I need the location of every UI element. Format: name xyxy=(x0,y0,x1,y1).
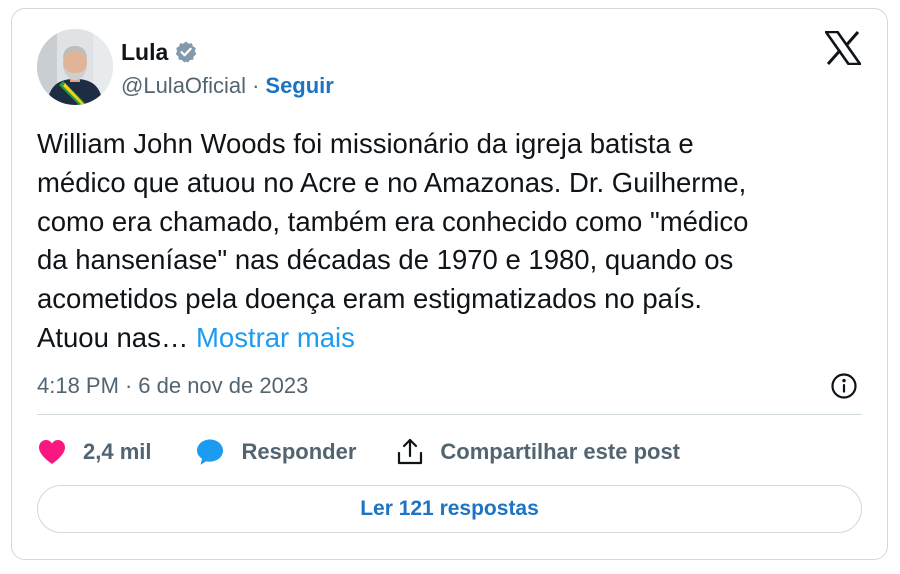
verified-badge-icon xyxy=(174,40,198,64)
info-icon[interactable] xyxy=(829,371,859,401)
post-text-last-line: Atuou nas… Mostrar mais xyxy=(37,319,867,358)
post-date: 6 de nov de 2023 xyxy=(138,373,309,398)
like-button[interactable]: 2,4 mil xyxy=(37,438,195,466)
share-button[interactable]: Compartilhar este post xyxy=(396,437,680,467)
author-handle[interactable]: @LulaOficial xyxy=(121,73,246,99)
handle-separator: · xyxy=(252,73,260,98)
post-text-line: William John Woods foi missionário da ig… xyxy=(37,128,694,159)
post-time: 4:18 PM xyxy=(37,373,119,398)
post-text: William John Woods foi missionário da ig… xyxy=(37,125,867,358)
timestamp-separator: · xyxy=(124,373,133,398)
author-name-row: Lula xyxy=(121,37,198,67)
follow-button[interactable]: Seguir xyxy=(265,73,333,99)
x-logo-icon[interactable] xyxy=(823,30,863,66)
avatar-image xyxy=(37,29,113,105)
post-text-line: Atuou nas… xyxy=(37,321,189,353)
post-text-line: da hanseníase" nas décadas de 1970 e 198… xyxy=(37,244,734,276)
show-more-link[interactable]: Mostrar mais xyxy=(196,322,355,353)
post-text-line: acometidos pela doença eram estigmatizad… xyxy=(37,283,702,315)
post-text-line: médico que atuou no Acre e no Amazonas. … xyxy=(37,166,747,198)
post-timestamp[interactable]: 4:18 PM · 6 de nov de 2023 xyxy=(37,371,308,401)
avatar[interactable] xyxy=(37,29,113,105)
speech-bubble-icon xyxy=(195,437,225,467)
author-name[interactable]: Lula xyxy=(121,39,168,66)
post-card: Lula @LulaOficial · Seguir William John … xyxy=(11,8,888,560)
post-text-line: como era chamado, também era conhecido c… xyxy=(37,205,749,237)
read-replies-button[interactable]: Ler 121 respostas xyxy=(37,485,862,533)
divider xyxy=(37,414,862,415)
like-count: 2,4 mil xyxy=(83,439,152,464)
heart-icon xyxy=(37,438,67,466)
reply-label: Responder xyxy=(241,439,357,464)
share-label: Compartilhar este post xyxy=(440,439,681,464)
action-bar: 2,4 mil Responder Compartilhar este post xyxy=(37,435,680,469)
share-icon xyxy=(396,437,424,467)
author-handle-row: @LulaOficial · Seguir xyxy=(121,71,334,101)
reply-button[interactable]: Responder xyxy=(195,437,396,467)
